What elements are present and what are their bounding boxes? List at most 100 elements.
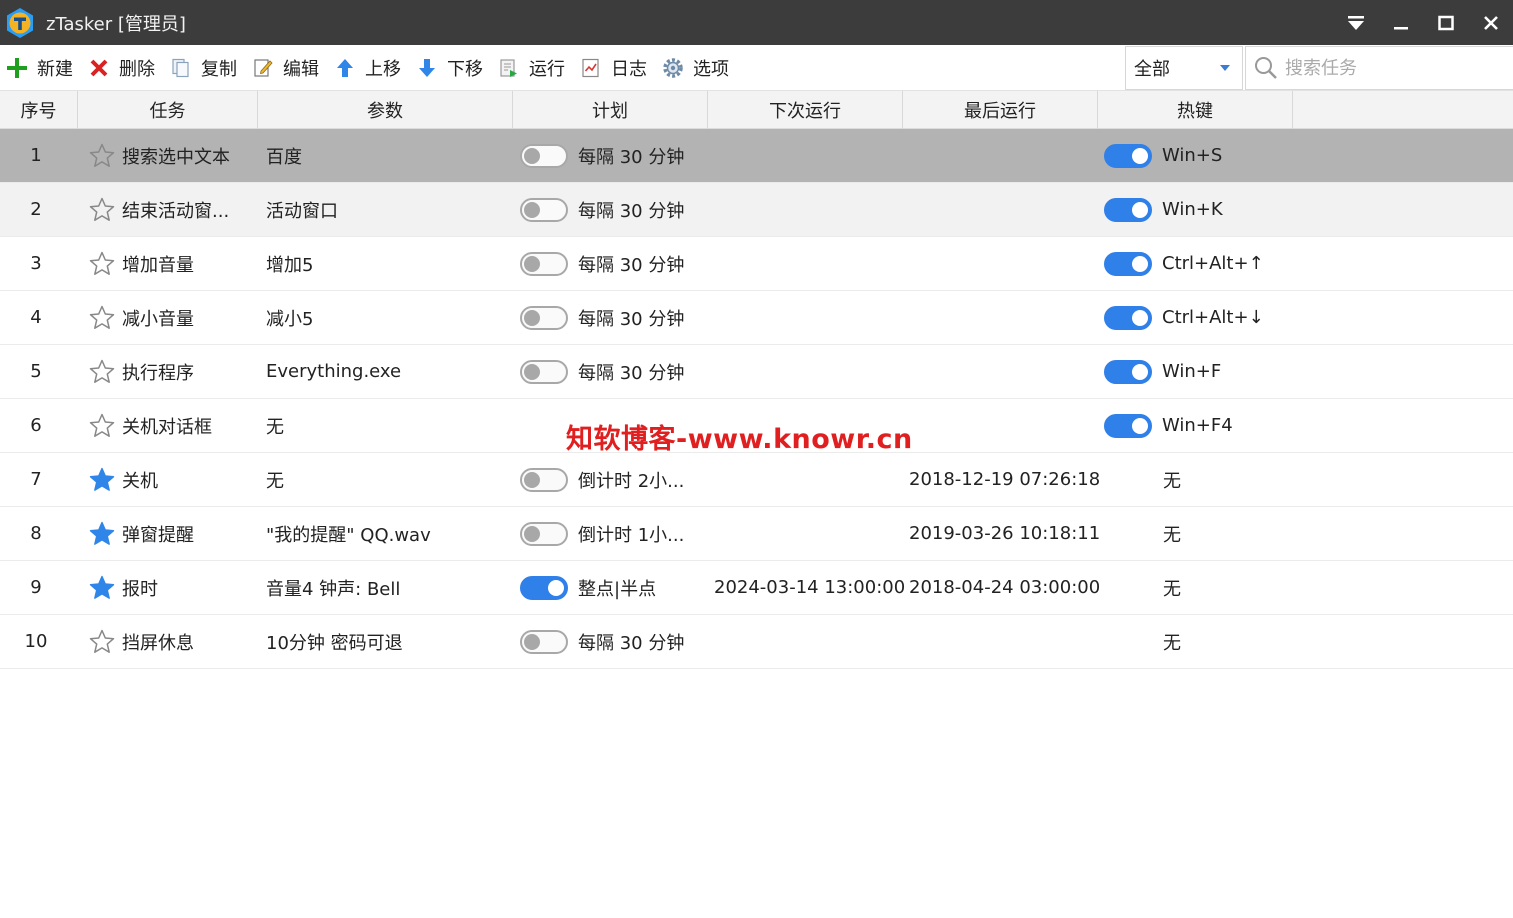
arrow-down-icon <box>416 57 438 79</box>
plan-text: 每隔 30 分钟 <box>578 308 685 330</box>
hotkey-toggle[interactable] <box>1104 251 1152 276</box>
star-icon[interactable] <box>88 250 116 278</box>
maximize-icon <box>1437 15 1454 30</box>
new-button[interactable]: 新建 <box>0 45 82 91</box>
row-number: 8 <box>30 523 42 544</box>
task-name: 搜索选中文本 <box>122 146 230 168</box>
hotkey-text: 无 <box>1163 632 1181 654</box>
plan-toggle[interactable] <box>520 197 568 222</box>
column-header-next-run[interactable]: 下次运行 <box>708 91 903 129</box>
plan-toggle[interactable] <box>520 521 568 546</box>
minimize-button[interactable] <box>1378 0 1423 45</box>
last-run: 2018-12-19 07:26:18 <box>909 469 1101 490</box>
star-icon[interactable] <box>88 358 116 386</box>
filter-selected-value: 全部 <box>1134 59 1170 80</box>
plan-toggle[interactable] <box>520 359 568 384</box>
column-header-param[interactable]: 参数 <box>258 91 513 129</box>
move-up-button[interactable]: 上移 <box>328 45 410 91</box>
delete-button[interactable]: 删除 <box>82 45 164 91</box>
row-number: 3 <box>30 253 42 274</box>
search-icon <box>1255 57 1277 79</box>
hotkey-text: Win+K <box>1162 199 1223 220</box>
column-header-hotkey[interactable]: 热键 <box>1098 91 1293 129</box>
dropdown-menu-button[interactable] <box>1333 0 1378 45</box>
task-name: 关机对话框 <box>122 416 212 438</box>
hotkey-toggle[interactable] <box>1104 143 1152 168</box>
task-table: 1 搜索选中文本 百度 每隔 30 分钟 Win+S 2 结束活动窗... 活动窗口 每隔 3… <box>0 129 1513 669</box>
log-icon <box>580 57 602 79</box>
task-param: 10分钟 密码可退 <box>266 632 403 654</box>
hotkey-toggle[interactable] <box>1104 413 1152 438</box>
column-header-number[interactable]: 序号 <box>0 91 78 129</box>
plan-toggle[interactable] <box>520 575 568 600</box>
plan-toggle[interactable] <box>520 143 568 168</box>
watermark-text: 知软博客-www.knowr.cn <box>566 424 913 455</box>
row-number: 10 <box>24 631 48 652</box>
star-icon[interactable] <box>88 196 116 224</box>
star-icon[interactable] <box>88 466 116 494</box>
task-param: 减小5 <box>266 308 314 330</box>
move-up-button-label: 上移 <box>365 58 401 80</box>
plan-toggle[interactable] <box>520 251 568 276</box>
table-row[interactable]: 5 执行程序 Everything.exe 每隔 30 分钟 Win+F <box>0 345 1513 399</box>
maximize-button[interactable] <box>1423 0 1468 45</box>
options-button[interactable]: 选项 <box>656 45 738 91</box>
plan-toggle[interactable] <box>520 305 568 330</box>
edit-button[interactable]: 编辑 <box>246 45 328 91</box>
plan-text: 倒计时 1小... <box>578 524 685 546</box>
star-icon[interactable] <box>88 520 116 548</box>
search-input[interactable] <box>1285 57 1505 79</box>
filter-dropdown[interactable]: 全部 <box>1125 46 1243 90</box>
hotkey-toggle[interactable] <box>1104 359 1152 384</box>
plan-text: 每隔 30 分钟 <box>578 200 685 222</box>
star-icon[interactable] <box>88 628 116 656</box>
star-icon[interactable] <box>88 412 116 440</box>
hotkey-toggle[interactable] <box>1104 197 1152 222</box>
search-box <box>1245 46 1513 90</box>
table-row[interactable]: 1 搜索选中文本 百度 每隔 30 分钟 Win+S <box>0 129 1513 183</box>
task-param: "我的提醒" QQ.wav <box>266 524 431 546</box>
hotkey-toggle[interactable] <box>1104 305 1152 330</box>
plan-text: 每隔 30 分钟 <box>578 632 685 654</box>
row-number: 5 <box>30 361 42 382</box>
column-header-last-run[interactable]: 最后运行 <box>903 91 1098 129</box>
copy-button-label: 复制 <box>201 58 237 80</box>
task-param: 无 <box>266 416 284 438</box>
run-button[interactable]: 运行 <box>492 45 574 91</box>
table-row[interactable]: 4 减小音量 减小5 每隔 30 分钟 Ctrl+Alt+↓ <box>0 291 1513 345</box>
row-number: 4 <box>30 307 42 328</box>
task-name: 挡屏休息 <box>122 632 194 654</box>
arrow-up-icon <box>334 57 356 79</box>
move-down-button-label: 下移 <box>447 58 483 80</box>
row-number: 9 <box>30 577 42 598</box>
column-header-task[interactable]: 任务 <box>78 91 258 129</box>
table-row[interactable]: 2 结束活动窗... 活动窗口 每隔 30 分钟 Win+K <box>0 183 1513 237</box>
move-down-button[interactable]: 下移 <box>410 45 492 91</box>
task-name: 弹窗提醒 <box>122 524 194 546</box>
plan-text: 每隔 30 分钟 <box>578 146 685 168</box>
star-icon[interactable] <box>88 142 116 170</box>
star-icon[interactable] <box>88 574 116 602</box>
plan-toggle[interactable] <box>520 629 568 654</box>
hotkey-text: 无 <box>1163 470 1181 492</box>
options-button-label: 选项 <box>693 58 729 80</box>
table-row[interactable]: 8 弹窗提醒 "我的提醒" QQ.wav 倒计时 1小... 2019-03-26 10… <box>0 507 1513 561</box>
window-title: zTasker [管理员] <box>46 13 186 35</box>
copy-button[interactable]: 复制 <box>164 45 246 91</box>
table-header: 序号 任务 参数 计划 下次运行 最后运行 热键 <box>0 91 1513 129</box>
hotkey-text: Ctrl+Alt+↓ <box>1162 307 1264 328</box>
table-row[interactable]: 9 报时 音量4 钟声: Bell 整点|半点 2024-03-14 13:00:00 2… <box>0 561 1513 615</box>
title-bar: zTasker [管理员] <box>0 0 1513 45</box>
minimize-icon <box>1393 26 1408 29</box>
log-button[interactable]: 日志 <box>574 45 656 91</box>
table-row[interactable]: 7 关机 无 倒计时 2小... 2018-12-19 07:26:18 无 <box>0 453 1513 507</box>
hotkey-text: Win+S <box>1162 145 1223 166</box>
table-row[interactable]: 10 挡屏休息 10分钟 密码可退 每隔 30 分钟 无 <box>0 615 1513 669</box>
table-row[interactable]: 3 增加音量 增加5 每隔 30 分钟 Ctrl+Alt+↑ <box>0 237 1513 291</box>
edit-icon <box>252 57 274 79</box>
plan-toggle[interactable] <box>520 467 568 492</box>
chevron-down-icon <box>1220 65 1230 71</box>
star-icon[interactable] <box>88 304 116 332</box>
column-header-plan[interactable]: 计划 <box>513 91 708 129</box>
close-button[interactable] <box>1468 0 1513 45</box>
